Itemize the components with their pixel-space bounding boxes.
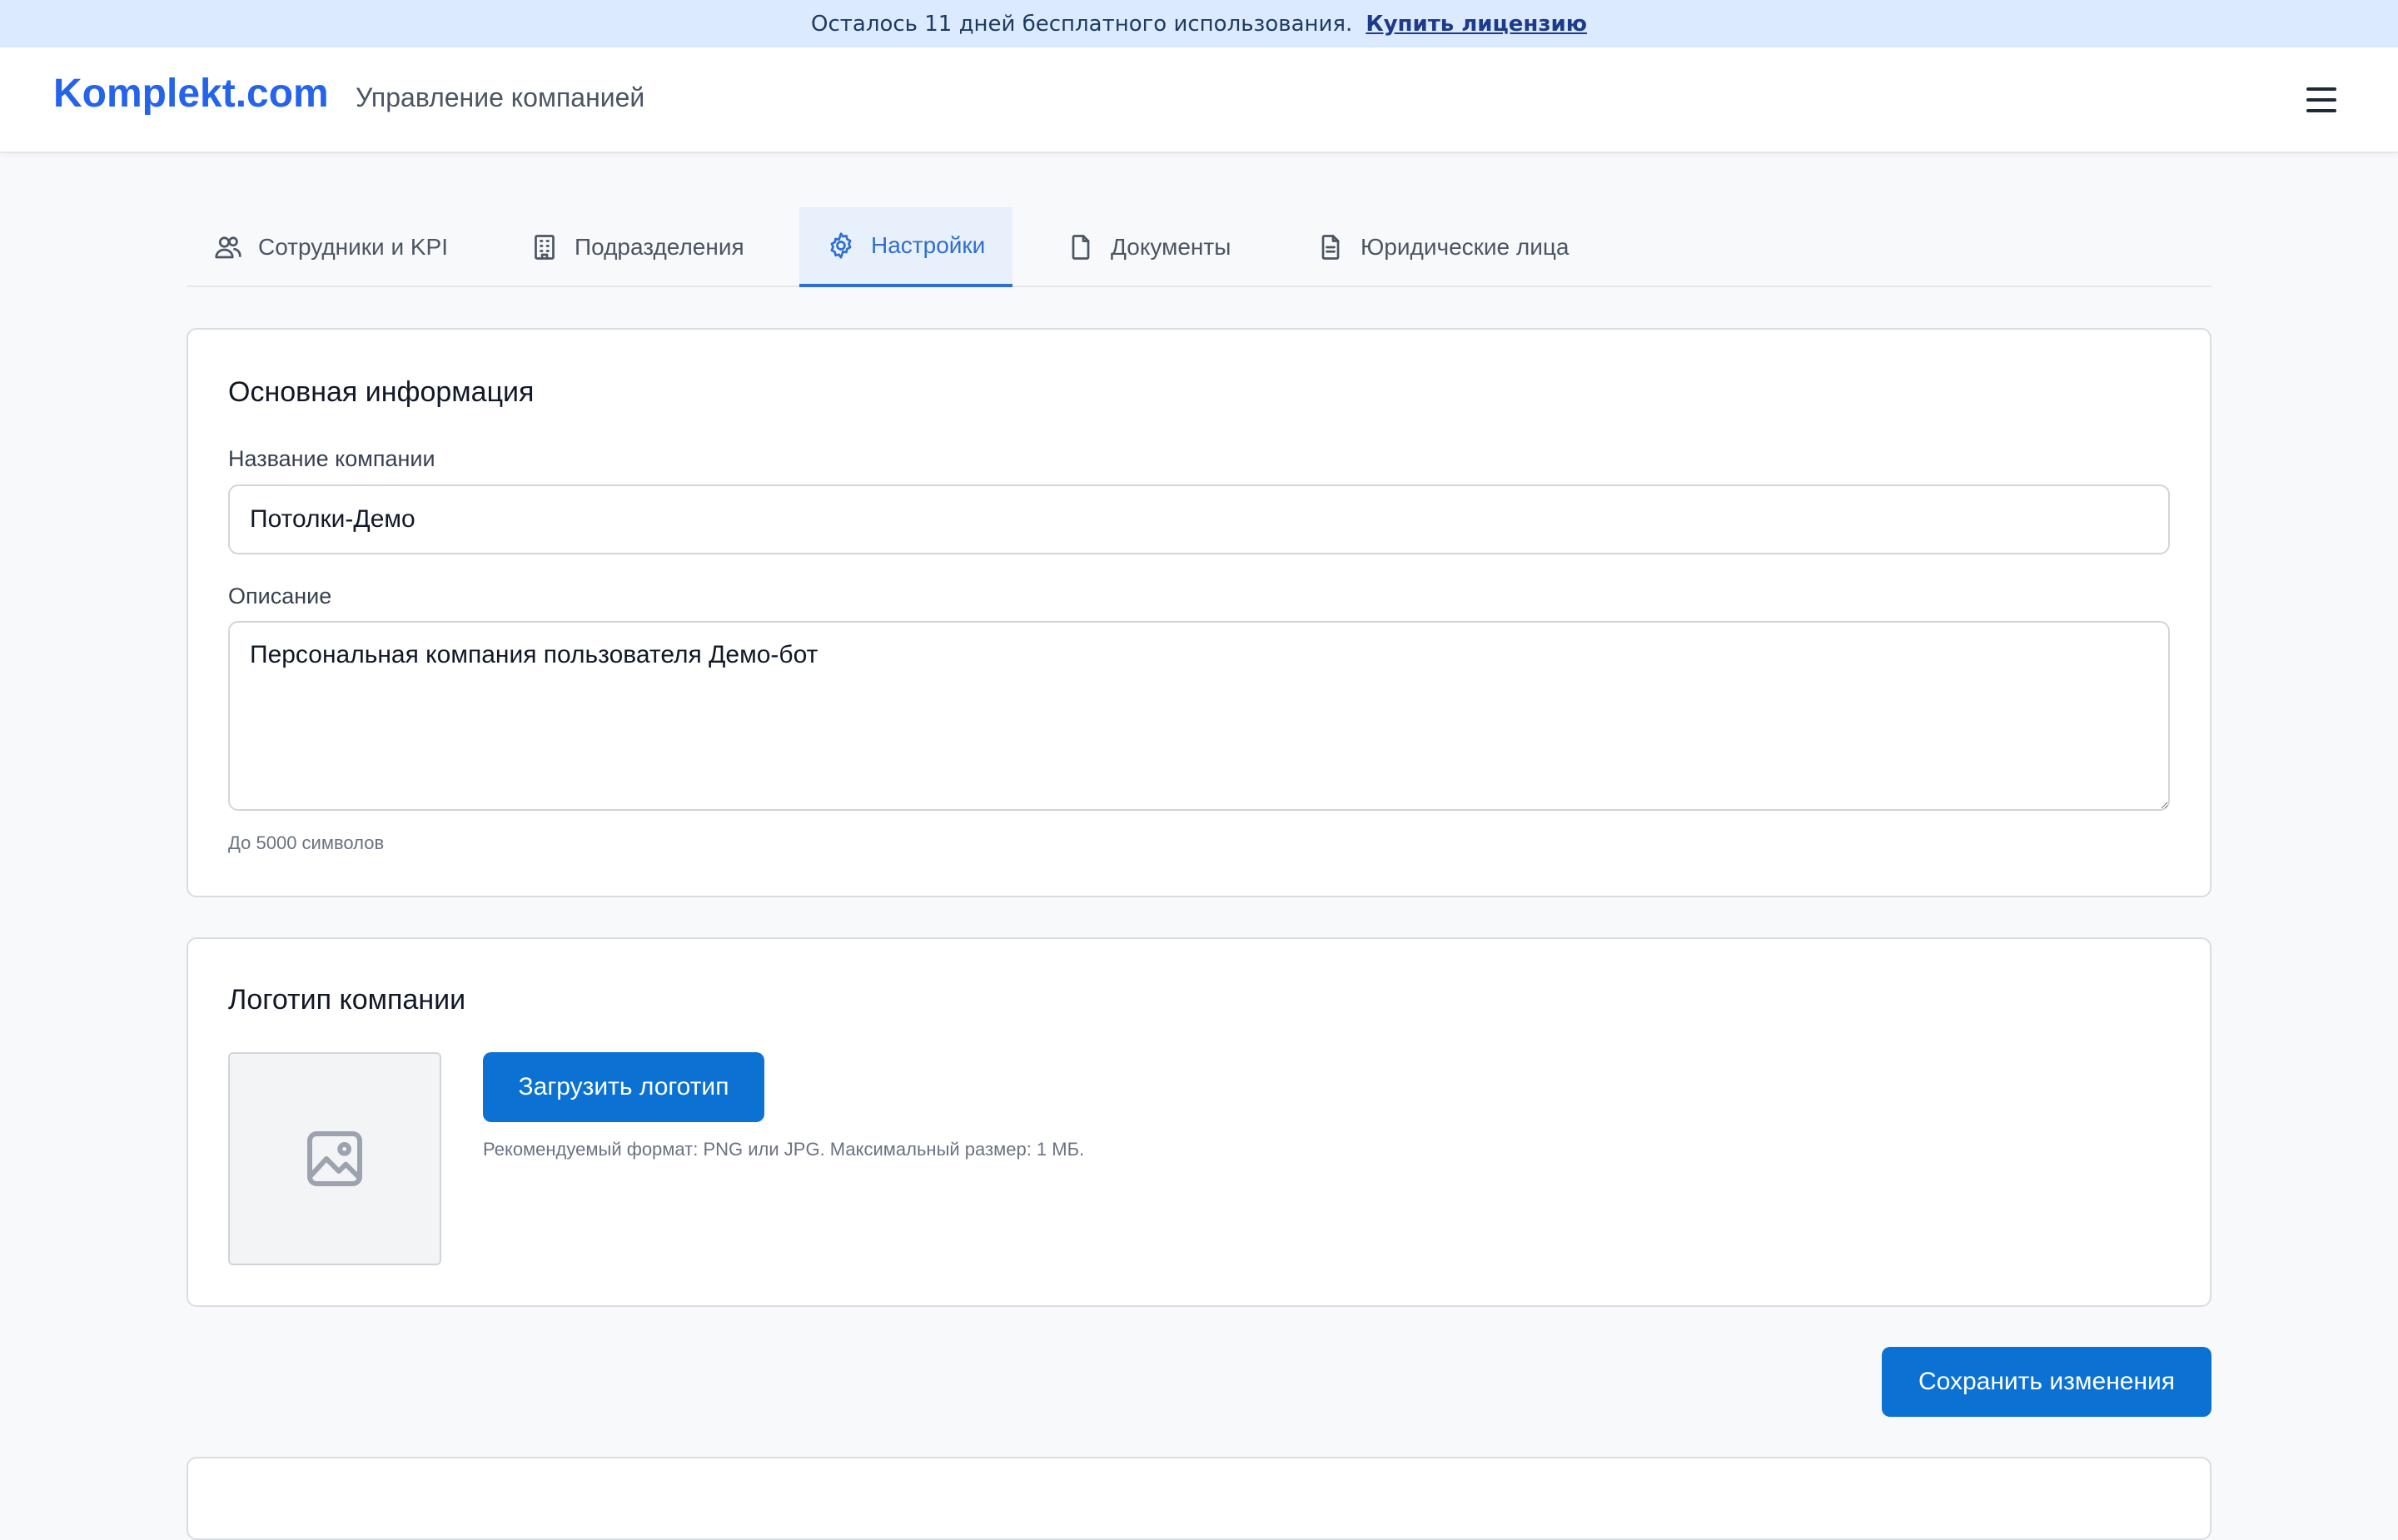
description-hint: До 5000 символов [228,832,385,853]
tab-bar: Сотрудники и KPI Подразделения Настройки… [187,207,2211,287]
gear-icon [830,232,852,259]
header-subtitle: Управление компанией [356,82,645,112]
logo-card: Логотип компании Загрузить логотип Реком… [187,937,2211,1307]
save-changes-button[interactable]: Сохранить изменения [1882,1347,2211,1417]
section-title: Логотип компании [228,984,466,1016]
company-name-input[interactable] [228,484,2170,554]
upload-hint: Рекомендуемый формат: PNG или JPG. Макси… [483,1139,1085,1160]
tab-settings[interactable]: Настройки [799,207,1012,287]
tab-label: Документы [1111,234,1231,260]
basic-info-card: Основная информация Название компании Оп… [187,328,2211,897]
users-icon [215,236,241,259]
logo-preview [228,1052,441,1265]
tab-departments[interactable]: Подразделения [530,207,744,287]
trial-banner: Осталось 11 дней бесплатного использован… [0,0,2398,47]
image-icon [307,1131,362,1186]
file-icon [1072,235,1090,260]
next-card [187,1457,2211,1540]
app-header: Komplekt.com Управление компанией [0,47,2398,153]
section-title: Основная информация [228,376,535,408]
buy-license-link[interactable]: Купить лицензию [1366,12,1587,37]
building-icon [535,235,555,260]
company-name-label: Название компании [228,446,435,471]
trial-message: Осталось 11 дней бесплатного использован… [810,11,1353,37]
tab-label: Юридические лица [1361,234,1570,260]
hamburger-icon[interactable] [2301,82,2341,117]
tab-label: Подразделения [575,234,744,260]
tab-label: Настройки [871,232,986,258]
tab-legal-entities[interactable]: Юридические лица [1316,207,1569,287]
tab-label: Сотрудники и KPI [258,234,448,260]
tab-employees-kpi[interactable]: Сотрудники и KPI [213,207,448,287]
tab-documents[interactable]: Документы [1066,207,1231,287]
brand-logo[interactable]: Komplekt.com [53,71,329,117]
upload-logo-button[interactable]: Загрузить логотип [483,1052,764,1122]
description-textarea[interactable]: Персональная компания пользователя Демо-… [228,621,2170,811]
file-text-icon [1321,235,1340,260]
description-label: Описание [228,584,332,609]
